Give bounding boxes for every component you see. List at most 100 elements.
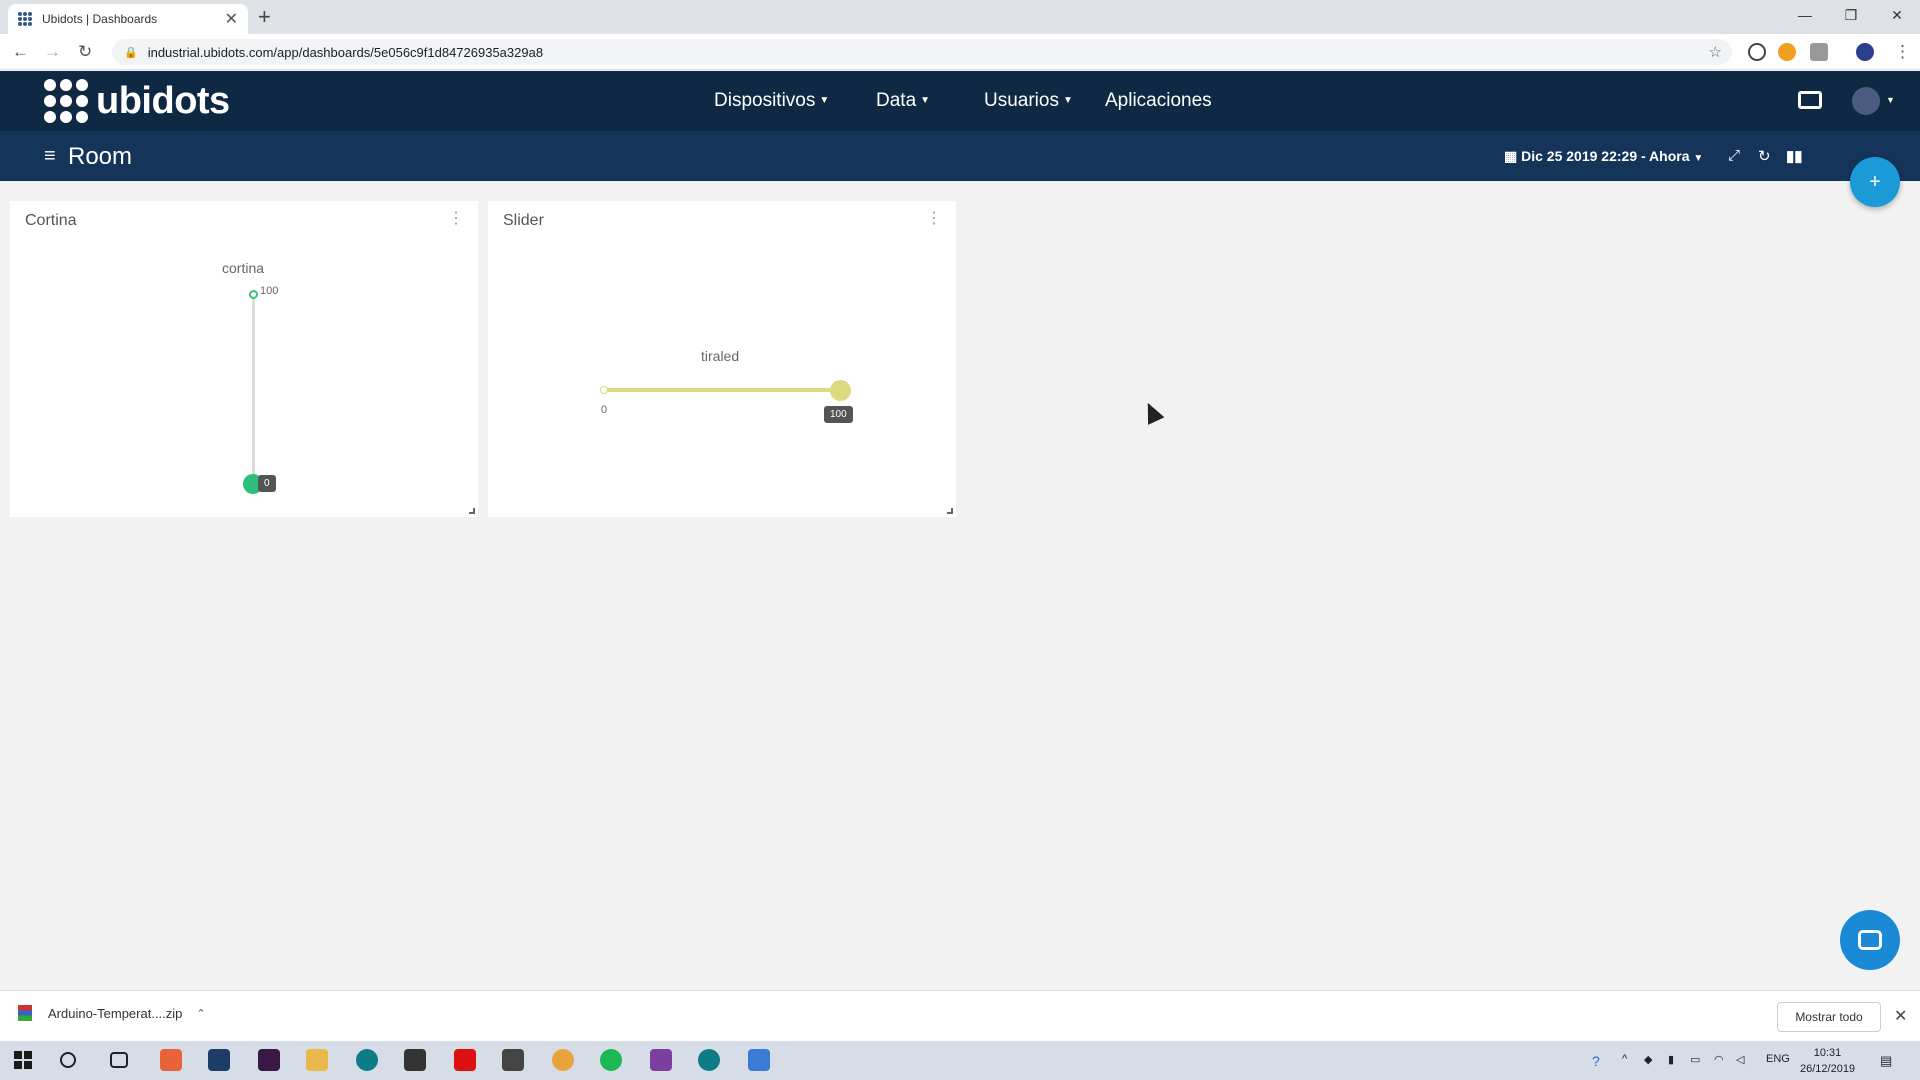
menu-hamburger-icon[interactable]: ≡ [44, 145, 56, 168]
whatsapp-icon[interactable] [650, 1049, 672, 1071]
date-range-picker[interactable]: ▦ Dic 25 2019 22:29 - Ahora ▼ [1504, 148, 1703, 165]
ubidots-logo[interactable]: ubidots [44, 79, 230, 123]
app-icon-cloud[interactable] [748, 1049, 770, 1071]
expand-icon[interactable]: ⤢ [1728, 147, 1740, 164]
dropbox-icon[interactable]: ◆ [1644, 1053, 1652, 1066]
date-range-text: Dic 25 2019 22:29 - Ahora [1521, 148, 1690, 164]
task-view-icon[interactable] [110, 1052, 128, 1068]
search-icon[interactable] [60, 1052, 76, 1068]
nav-dispositivos[interactable]: Dispositivos ▼ [714, 90, 829, 112]
mail-icon[interactable] [502, 1049, 524, 1071]
clock-time: 10:31 [1813, 1047, 1842, 1059]
minimize-icon[interactable]: — [1782, 0, 1828, 30]
microphone-icon[interactable]: ▮ [1668, 1053, 1674, 1066]
inbox-icon[interactable] [1798, 91, 1822, 109]
add-widget-button[interactable]: + [1850, 157, 1900, 207]
download-item[interactable]: Arduino-Temperat....zip ⌃ [18, 1005, 206, 1021]
vertical-slider-track[interactable] [252, 294, 255, 484]
refresh-icon[interactable]: ↻ [1758, 147, 1771, 165]
close-downloads-icon[interactable]: ✕ [1894, 1006, 1907, 1026]
caret-down-icon: ▼ [920, 95, 931, 107]
help-icon[interactable]: ? [1592, 1053, 1600, 1069]
tab-title: Ubidots | Dashboards [42, 12, 158, 26]
logo-text: ubidots [96, 79, 230, 122]
zip-file-icon [18, 1005, 32, 1021]
nav-label: Usuarios [984, 90, 1059, 111]
clock[interactable]: 10:31 26/12/2019 [1800, 1045, 1855, 1077]
browser-menu-icon[interactable]: ⋮ [1894, 42, 1911, 62]
lock-icon: 🔒 [124, 46, 138, 59]
slider-max-label: 100 [260, 285, 279, 297]
notifications-icon[interactable]: ▤ [1880, 1053, 1892, 1069]
restore-icon[interactable]: ❐ [1828, 0, 1874, 30]
dashboard-header: ≡ Room ▦ Dic 25 2019 22:29 - Ahora ▼ ⤢ ↻… [0, 131, 1920, 181]
nav-data[interactable]: Data ▼ [876, 90, 930, 112]
variable-name: tiraled [701, 348, 740, 364]
widget-title: Cortina [25, 212, 77, 229]
url-text: industrial.ubidots.com/app/dashboards/5e… [147, 44, 544, 60]
horizontal-slider-track[interactable] [603, 388, 841, 392]
slider-value-badge: 0 [258, 475, 276, 492]
show-all-button[interactable]: Mostrar todo [1777, 1002, 1881, 1032]
premiere-icon[interactable] [258, 1049, 280, 1071]
caret-down-icon[interactable]: ▼ [1886, 95, 1895, 105]
spotify-icon[interactable] [600, 1049, 622, 1071]
netflix-icon[interactable] [454, 1049, 476, 1071]
caret-down-icon: ▼ [1062, 95, 1073, 107]
new-tab-icon[interactable]: + [258, 4, 271, 30]
language-indicator[interactable]: ENG [1766, 1053, 1790, 1065]
chevron-up-icon[interactable]: ⌃ [196, 1007, 205, 1020]
volume-icon[interactable]: ◁ [1736, 1053, 1744, 1066]
chat-icon [1858, 930, 1882, 950]
pause-icon[interactable]: ▮▮ [1786, 147, 1803, 165]
chevron-up-icon[interactable]: ^ [1622, 1053, 1627, 1065]
mouse-cursor-icon [1139, 399, 1165, 425]
close-window-icon[interactable]: ✕ [1874, 0, 1920, 30]
resize-handle[interactable] [947, 508, 953, 514]
dashboard-title: Room [68, 143, 133, 170]
caret-down-icon: ▼ [819, 95, 830, 107]
ubidots-logo-icon [44, 79, 88, 123]
reload-icon[interactable]: ↻ [78, 42, 92, 62]
windows-start-icon[interactable] [14, 1051, 32, 1069]
resize-handle[interactable] [469, 508, 475, 514]
slider-min-marker [600, 386, 608, 394]
windows-taskbar: ? ^ ◆ ▮ ▭ ◠ ◁ ENG 10:31 26/12/2019 ▤ [0, 1041, 1920, 1080]
forward-icon[interactable]: → [44, 42, 61, 62]
address-bar[interactable]: 🔒 industrial.ubidots.com/app/dashboards/… [112, 39, 1732, 65]
store-icon[interactable] [404, 1049, 426, 1071]
nav-label: Dispositivos [714, 90, 816, 111]
arduino-icon[interactable] [356, 1049, 378, 1071]
close-tab-icon[interactable]: ✕ [225, 9, 238, 29]
photoshop-icon[interactable] [208, 1049, 230, 1071]
block-extension-icon[interactable] [1748, 43, 1766, 61]
chat-support-button[interactable] [1840, 910, 1900, 970]
battery-icon[interactable]: ▭ [1690, 1053, 1700, 1066]
browser-tab[interactable]: Ubidots | Dashboards ✕ [8, 4, 248, 34]
cast-extension-icon[interactable] [1810, 43, 1828, 61]
nav-usuarios[interactable]: Usuarios ▼ [984, 90, 1073, 112]
widget-slider: Slider ⋮ tiraled [488, 201, 956, 517]
app-icon-c[interactable] [160, 1049, 182, 1071]
back-icon[interactable]: ← [12, 42, 29, 62]
arduino-icon-2[interactable] [698, 1049, 720, 1071]
user-avatar[interactable] [1852, 87, 1880, 115]
clock-date: 26/12/2019 [1800, 1063, 1856, 1075]
widget-menu-icon[interactable]: ⋮ [926, 211, 942, 227]
widget-cortina: Cortina ⋮ cortina 100 0 [10, 201, 478, 517]
app-header: ubidots Dispositivos ▼ Data ▼ Usuarios ▼ Ap… [0, 71, 1920, 131]
download-filename: Arduino-Temperat....zip [48, 1005, 183, 1021]
extension-icon[interactable] [1778, 43, 1796, 61]
caret-down-icon: ▼ [1693, 153, 1704, 164]
plus-icon: + [1869, 170, 1881, 193]
file-explorer-icon[interactable] [306, 1049, 328, 1071]
wifi-icon[interactable]: ◠ [1714, 1053, 1724, 1066]
widget-menu-icon[interactable]: ⋮ [448, 211, 464, 227]
bookmark-star-icon[interactable]: ☆ [1709, 43, 1722, 61]
profile-avatar[interactable] [1856, 43, 1874, 61]
slider-max-marker [249, 290, 258, 299]
slider-handle[interactable] [830, 380, 851, 401]
slider-value-badge: 100 [824, 406, 853, 423]
nav-aplicaciones[interactable]: Aplicaciones [1105, 90, 1212, 112]
chrome-icon[interactable] [552, 1049, 574, 1071]
